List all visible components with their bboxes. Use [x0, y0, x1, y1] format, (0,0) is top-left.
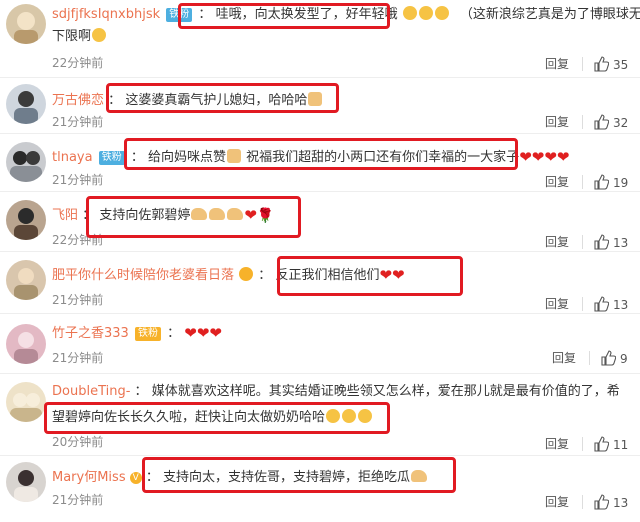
- emoji-icon: [239, 267, 254, 281]
- avatar[interactable]: [6, 142, 46, 182]
- like-button[interactable]: 19: [593, 174, 628, 191]
- comment-item: Mary何Miss V ： 支持向太，支持佐哥，支持碧婷，拒绝吃瓜 21分钟前 …: [0, 456, 640, 522]
- comment-text-line2: 下限啊: [52, 29, 92, 44]
- thumbs-up-icon: [594, 56, 609, 72]
- like-count: 32: [613, 116, 629, 130]
- reply-button[interactable]: 回复: [552, 350, 576, 366]
- reply-button[interactable]: 回复: [545, 174, 569, 190]
- username[interactable]: sdjfjfksIqnxbhjsk: [52, 7, 160, 22]
- comment-list: sdjfjfksIqnxbhjsk 铁粉 ： 哇哦，向太换发型了，好年轻哦 （这…: [0, 0, 640, 522]
- comment-item: 肥平你什么时候陪你老婆看日落 ： 反正我们相信他们❤❤ 21分钟前 回复 13: [0, 252, 640, 314]
- heart-icon: ❤: [184, 324, 197, 342]
- avatar[interactable]: [6, 200, 46, 240]
- reply-button[interactable]: 回复: [545, 436, 569, 452]
- verified-icon: V: [129, 472, 142, 484]
- highlight-box: [277, 256, 463, 296]
- comment-item: DoubleTing- ： 媒体就喜欢这样呢。其实结婚证晚些领又怎么样，爱在那儿…: [0, 374, 640, 456]
- emoji-icon: [418, 6, 433, 20]
- highlight-box: [44, 402, 390, 434]
- like-count: 19: [613, 176, 629, 190]
- thumbs-up-icon: [594, 436, 609, 452]
- timestamp: 21分钟前: [52, 293, 104, 307]
- avatar[interactable]: [6, 462, 46, 502]
- like-button[interactable]: 32: [593, 114, 628, 131]
- like-button[interactable]: 9: [600, 350, 628, 367]
- thumbs-up-icon: [601, 350, 616, 366]
- emoji-icon: [434, 6, 449, 20]
- timestamp: 22分钟前: [52, 56, 104, 70]
- username[interactable]: Mary何Miss: [52, 470, 126, 485]
- emoji-icon: [92, 28, 107, 42]
- timestamp: 21分钟前: [52, 173, 104, 187]
- reply-button[interactable]: 回复: [545, 56, 569, 72]
- like-count: 13: [613, 496, 629, 510]
- username[interactable]: 肥平你什么时候陪你老婆看日落: [52, 268, 234, 283]
- emoji-icon: [402, 6, 417, 20]
- avatar[interactable]: [6, 4, 46, 44]
- like-count: 35: [613, 58, 629, 72]
- thumbs-up-icon: [594, 174, 609, 190]
- heart-icon: ❤: [196, 324, 210, 342]
- comment-item: 万古佛恋 ： 这婆婆真霸气护儿媳妇，哈哈哈 21分钟前 回复 32: [0, 78, 640, 134]
- reply-button[interactable]: 回复: [545, 114, 569, 130]
- comment-text-continued: （这新浪综艺真是为了博眼球无: [459, 7, 640, 22]
- reply-button[interactable]: 回复: [545, 494, 569, 510]
- thumbs-up-icon: [594, 494, 609, 510]
- highlight-box: [142, 457, 456, 493]
- fan-badge: 铁粉: [98, 151, 125, 165]
- highlight-box: [106, 83, 339, 113]
- username[interactable]: DoubleTing-: [52, 384, 130, 399]
- username[interactable]: 竹子之香333: [52, 326, 129, 341]
- heart-icon: ❤: [544, 148, 557, 166]
- like-button[interactable]: 13: [593, 296, 628, 313]
- username[interactable]: tlnaya: [52, 150, 93, 165]
- avatar[interactable]: [6, 382, 46, 422]
- timestamp: 20分钟前: [52, 435, 104, 449]
- heart-icon: ❤: [209, 324, 222, 342]
- timestamp: 21分钟前: [52, 493, 104, 507]
- heart-icon: ❤: [519, 148, 532, 166]
- comment-item: 飞阳 ： 支持向佐郭碧婷 ❤🌹 22分钟前 回复 13: [0, 192, 640, 252]
- comment-item: sdjfjfksIqnxbhjsk 铁粉 ： 哇哦，向太换发型了，好年轻哦 （这…: [0, 0, 640, 78]
- comment-item: 竹子之香333 铁粉 ： ❤❤❤ 21分钟前 回复 9: [0, 314, 640, 374]
- highlight-box: [178, 3, 390, 29]
- like-button[interactable]: 13: [593, 234, 628, 251]
- like-button[interactable]: 35: [593, 56, 628, 73]
- avatar[interactable]: [6, 84, 46, 124]
- username[interactable]: 万古佛恋: [52, 93, 104, 108]
- timestamp: 21分钟前: [52, 115, 104, 129]
- comment-item: tlnaya 铁粉 ： 给向妈咪点赞 祝福我们超甜的小两口还有你们幸福的一大家子…: [0, 134, 640, 192]
- highlight-box: [86, 196, 301, 238]
- reply-button[interactable]: 回复: [545, 234, 569, 250]
- avatar[interactable]: [6, 324, 46, 364]
- heart-icon: ❤: [531, 148, 545, 166]
- heart-icon: ❤: [556, 148, 570, 166]
- like-count: 13: [613, 298, 629, 312]
- like-count: 11: [613, 438, 629, 452]
- fan-badge: 铁粉: [134, 327, 161, 341]
- thumbs-up-icon: [594, 114, 609, 130]
- like-button[interactable]: 11: [593, 436, 628, 453]
- like-count: 13: [613, 236, 629, 250]
- like-button[interactable]: 13: [593, 494, 628, 511]
- thumbs-up-icon: [594, 296, 609, 312]
- highlight-box: [124, 138, 518, 170]
- username[interactable]: 飞阳: [52, 208, 78, 223]
- like-count: 9: [620, 352, 628, 366]
- reply-button[interactable]: 回复: [545, 296, 569, 312]
- timestamp: 21分钟前: [52, 351, 104, 365]
- avatar[interactable]: [6, 260, 46, 300]
- comment-text: 媒体就喜欢这样呢。其实结婚证晚些领又怎么样，爱在那儿就是最有价值的了，希: [151, 384, 620, 399]
- thumbs-up-icon: [594, 234, 609, 250]
